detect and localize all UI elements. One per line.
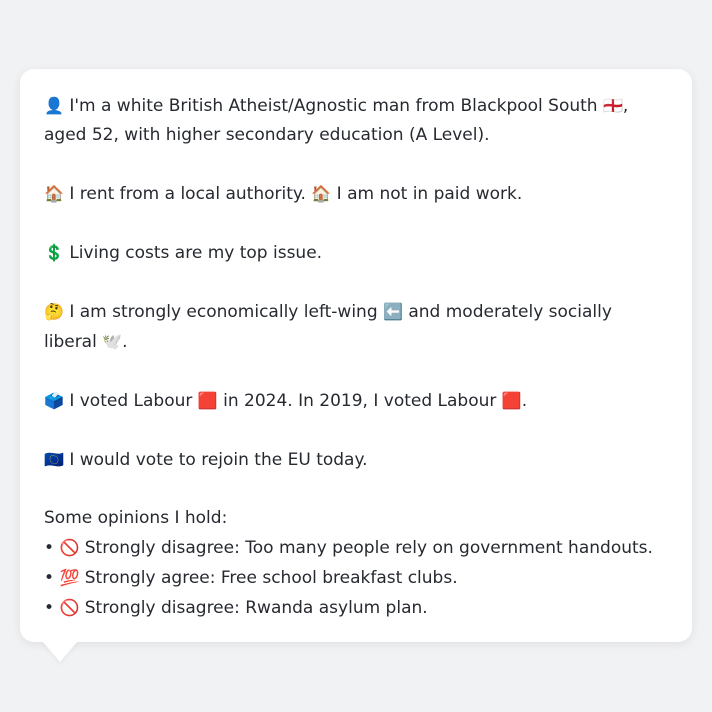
house-icon: 🏠: [311, 184, 332, 203]
house-icon: 🏠: [44, 184, 64, 203]
dove-icon: 🕊️: [102, 332, 123, 351]
eu-text: I would vote to rejoin the EU today.: [69, 450, 368, 470]
list-item: • 🚫 Strongly disagree: Too many people r…: [44, 533, 668, 563]
ideology-period: .: [122, 332, 128, 352]
prohibited-icon: 🚫: [59, 598, 80, 617]
opinion-text: Strongly disagree: Rwanda asylum plan.: [84, 598, 428, 618]
intro-line: 👤 I'm a white British Atheist/Agnostic m…: [44, 91, 668, 150]
bullet: •: [44, 598, 55, 618]
intro-text: I'm a white British Atheist/Agnostic man…: [69, 96, 598, 116]
list-item: • 🚫 Strongly disagree: Rwanda asylum pla…: [44, 593, 668, 623]
red-square-icon: 🟥: [501, 391, 522, 410]
housing-text: I rent from a local authority.: [69, 184, 306, 204]
eu-line: 🇪🇺 I would vote to rejoin the EU today.: [44, 445, 668, 475]
opinions-heading: Some opinions I hold:: [44, 508, 228, 528]
opinion-text: Strongly disagree: Too many people rely …: [84, 538, 653, 558]
left-arrow-icon: ⬅️: [383, 302, 403, 321]
issue-text: Living costs are my top issue.: [69, 243, 323, 263]
opinion-text: Strongly agree: Free school breakfast cl…: [84, 568, 458, 588]
voting-line: 🗳️ I voted Labour 🟥 in 2024. In 2019, I …: [44, 386, 668, 416]
england-flag-icon: 🏴󠁧󠁢󠁥󠁮󠁧󠁿: [602, 96, 623, 115]
hundred-points-icon: 💯: [59, 568, 80, 587]
work-text: I am not in paid work.: [336, 184, 523, 204]
list-item: • 💯 Strongly agree: Free school breakfas…: [44, 563, 668, 593]
prohibited-icon: 🚫: [59, 538, 80, 557]
ideology-line: 🤔 I am strongly economically left-wing ⬅…: [44, 297, 668, 357]
bullet: •: [44, 568, 55, 588]
voting-text: I voted Labour: [69, 391, 193, 411]
dollar-icon: 💲: [44, 243, 64, 262]
bullet: •: [44, 538, 55, 558]
issue-line: 💲 Living costs are my top issue.: [44, 238, 668, 268]
red-square-icon: 🟥: [197, 391, 218, 410]
ballot-box-icon: 🗳️: [44, 391, 64, 410]
person-icon: 👤: [44, 96, 64, 115]
voting-period: .: [521, 391, 528, 411]
voting-text-2: in 2024. In 2019, I voted Labour: [223, 391, 497, 411]
eu-flag-icon: 🇪🇺: [44, 450, 64, 469]
opinions-list: • 🚫 Strongly disagree: Too many people r…: [44, 533, 668, 623]
housing-line: 🏠 I rent from a local authority. 🏠 I am …: [44, 179, 668, 209]
persona-card: 👤 I'm a white British Atheist/Agnostic m…: [20, 69, 692, 642]
ideology-text: I am strongly economically left-wing: [69, 302, 378, 322]
thinking-face-icon: 🤔: [44, 302, 64, 321]
speech-bubble-tail: [42, 641, 78, 662]
